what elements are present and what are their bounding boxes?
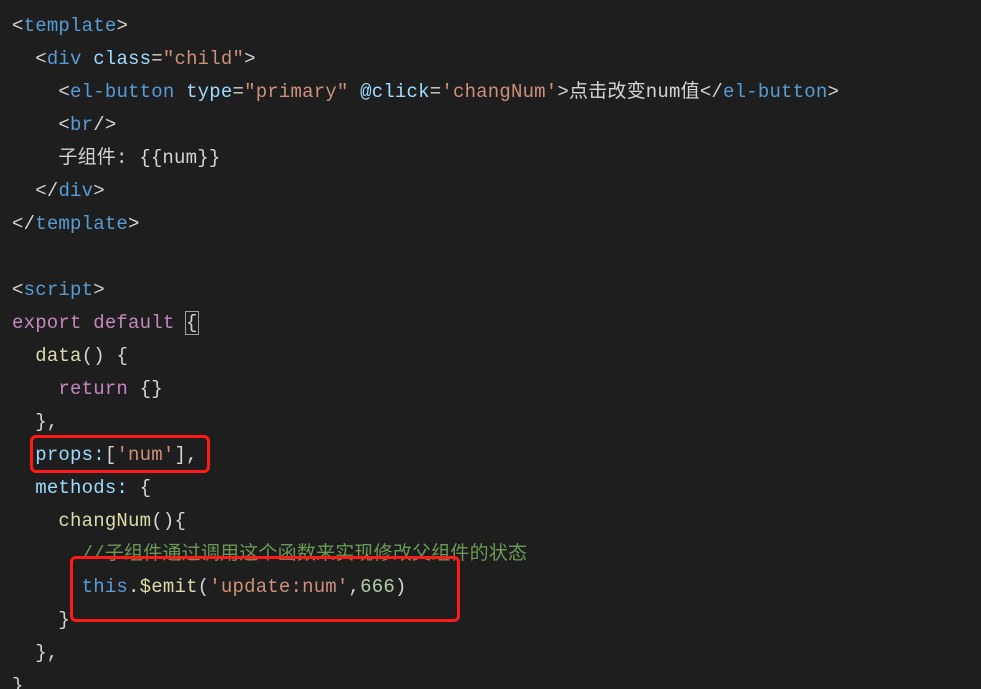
- code-token: >: [93, 279, 105, 301]
- code-line[interactable]: <el-button type="primary" @click='changN…: [12, 76, 981, 109]
- code-line[interactable]: </template>: [12, 208, 981, 241]
- code-token: [12, 378, 58, 400]
- code-token: el-button: [70, 81, 186, 103]
- code-token: .: [128, 576, 140, 598]
- code-token: </: [700, 81, 723, 103]
- code-token: [12, 81, 58, 103]
- code-token: div: [47, 48, 93, 70]
- code-line[interactable]: //子组件通过调用这个函数来实现修改父组件的状态: [12, 538, 981, 571]
- code-token: [12, 114, 58, 136]
- code-token: =: [430, 81, 442, 103]
- code-token: template: [24, 15, 117, 37]
- code-token: >: [128, 213, 140, 235]
- code-token: <: [12, 15, 24, 37]
- code-token: [12, 345, 35, 367]
- code-line[interactable]: props:['num'],: [12, 439, 981, 472]
- code-token: >: [116, 15, 128, 37]
- code-token: default: [93, 312, 186, 334]
- code-token: [: [105, 444, 117, 466]
- code-token: type: [186, 81, 232, 103]
- code-token: 点击改变num值: [569, 81, 700, 103]
- code-line[interactable]: 子组件: {{num}}: [12, 142, 981, 175]
- code-line[interactable]: <template>: [12, 10, 981, 43]
- code-line[interactable]: this.$emit('update:num',666): [12, 571, 981, 604]
- code-token: >: [827, 81, 839, 103]
- code-token: {: [186, 312, 198, 334]
- code-token: <: [35, 48, 47, 70]
- code-token: @click: [360, 81, 430, 103]
- code-token: =: [151, 48, 163, 70]
- code-token: ,: [349, 576, 361, 598]
- code-token: br: [70, 114, 93, 136]
- code-line[interactable]: </div>: [12, 175, 981, 208]
- code-token: {}: [140, 378, 163, 400]
- code-token: "child": [163, 48, 244, 70]
- code-token: template: [35, 213, 128, 235]
- code-line[interactable]: },: [12, 406, 981, 439]
- code-token: [12, 543, 82, 565]
- code-token: methods:: [35, 477, 139, 499]
- code-token: [12, 444, 35, 466]
- code-token: ): [395, 576, 407, 598]
- code-token: this: [82, 576, 128, 598]
- code-token: script: [24, 279, 94, 301]
- code-token: >: [244, 48, 256, 70]
- code-token: },: [12, 411, 58, 433]
- code-token: () {: [82, 345, 128, 367]
- code-token: 'changNum': [441, 81, 557, 103]
- code-line[interactable]: changNum(){: [12, 505, 981, 538]
- code-token: return: [58, 378, 139, 400]
- code-token: export: [12, 312, 93, 334]
- code-token: [12, 510, 58, 532]
- code-token: $emit: [140, 576, 198, 598]
- code-token: el-button: [723, 81, 827, 103]
- code-token: 子组件: {{num}}: [12, 147, 220, 169]
- code-token: "primary": [244, 81, 360, 103]
- code-token: <: [58, 114, 70, 136]
- code-line[interactable]: methods: {: [12, 472, 981, 505]
- code-token: data: [35, 345, 81, 367]
- code-line[interactable]: <script>: [12, 274, 981, 307]
- code-line[interactable]: }: [12, 670, 981, 689]
- code-token: [12, 48, 35, 70]
- code-token: (: [198, 576, 210, 598]
- code-token: 'update:num': [209, 576, 348, 598]
- code-line[interactable]: export default {: [12, 307, 981, 340]
- code-token: class: [93, 48, 151, 70]
- code-token: =: [232, 81, 244, 103]
- code-line[interactable]: <div class="child">: [12, 43, 981, 76]
- code-token: <: [58, 81, 70, 103]
- code-line[interactable]: return {}: [12, 373, 981, 406]
- code-token: div: [58, 180, 93, 202]
- code-token: changNum: [58, 510, 151, 532]
- code-line[interactable]: },: [12, 637, 981, 670]
- code-editor[interactable]: <template> <div class="child"> <el-butto…: [0, 0, 981, 689]
- code-token: [12, 477, 35, 499]
- code-token: />: [93, 114, 116, 136]
- code-line[interactable]: data() {: [12, 340, 981, 373]
- code-token: 666: [360, 576, 395, 598]
- code-token: </: [12, 213, 35, 235]
- code-line[interactable]: }: [12, 604, 981, 637]
- code-token: [12, 576, 82, 598]
- code-token: {: [140, 477, 152, 499]
- code-token: ],: [174, 444, 197, 466]
- code-token: },: [12, 642, 58, 664]
- code-line[interactable]: <br/>: [12, 109, 981, 142]
- code-token: >: [93, 180, 105, 202]
- code-token: [12, 180, 35, 202]
- code-token: (){: [151, 510, 186, 532]
- code-token: }: [12, 675, 24, 689]
- code-line[interactable]: [12, 241, 981, 274]
- code-token: >: [557, 81, 569, 103]
- code-token: <: [12, 279, 24, 301]
- code-token: //子组件通过调用这个函数来实现修改父组件的状态: [82, 543, 528, 565]
- code-token: 'num': [116, 444, 174, 466]
- code-token: </: [35, 180, 58, 202]
- code-token: }: [12, 609, 70, 631]
- code-token: props:: [35, 444, 105, 466]
